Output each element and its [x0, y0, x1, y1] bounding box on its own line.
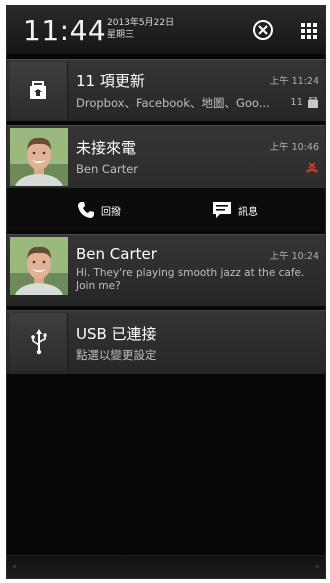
message-icon: [213, 202, 231, 218]
quick-settings-button[interactable]: [297, 18, 321, 42]
notification-title: USB 已連接: [76, 325, 157, 343]
caller-name: Ben Carter: [76, 162, 139, 176]
notification-time: 上午 10:46: [269, 142, 319, 153]
notification-title: 未接來電: [76, 139, 137, 157]
message-preview: Hi. They're playing smooth jazz at the c…: [76, 267, 305, 292]
usb-icon: [31, 329, 47, 355]
shade-drag-handle[interactable]: [7, 555, 325, 578]
usb-thumb: [10, 313, 68, 371]
callback-label: 回撥: [101, 206, 121, 218]
notification-subtitle: Dropbox、Facebook、地圖、Goo...: [76, 96, 270, 110]
contact-photo: [10, 128, 68, 186]
clock: 11:44: [23, 14, 107, 47]
call-actions-bar: 回撥 訊息: [7, 188, 325, 231]
contact-photo: [10, 237, 68, 295]
date-block: 2013年5月22日 星期三: [107, 17, 174, 41]
status-header: 11:44 2013年5月22日 星期三: [7, 6, 325, 54]
notification-title: 11 項更新: [76, 72, 145, 90]
notification-updates[interactable]: 11 項更新 上午 11:24 Dropbox、Facebook、地圖、Goo.…: [7, 59, 325, 121]
updates-thumb: [10, 62, 68, 120]
handle-dot: [316, 565, 319, 568]
notification-time: 上午 11:24: [269, 76, 319, 87]
update-count: 11: [290, 97, 303, 108]
phone-icon: [78, 202, 94, 218]
message-button[interactable]: 訊息: [212, 200, 258, 220]
notification-subtitle: 點選以變更設定: [76, 348, 157, 362]
missed-call-icon: [306, 162, 318, 173]
callback-button[interactable]: 回撥: [77, 200, 121, 220]
clear-all-button[interactable]: [251, 18, 275, 42]
weekday-text: 星期三: [107, 30, 135, 40]
notification-time: 上午 10:24: [269, 251, 319, 262]
grid-icon: [301, 23, 317, 39]
notification-usb[interactable]: USB 已連接 點選以變更設定: [7, 310, 325, 374]
notification-message[interactable]: Ben Carter 上午 10:24 Hi. They're playing …: [7, 234, 325, 306]
notification-missed-call[interactable]: 未接來電 上午 10:46 Ben Carter 回撥 訊息: [7, 125, 325, 231]
date-text: 2013年5月22日: [107, 18, 175, 28]
store-icon: [308, 97, 318, 108]
sender-name: Ben Carter: [76, 245, 157, 263]
handle-dot: [13, 565, 16, 568]
notification-shade: 11:44 2013年5月22日 星期三 11 項更新 上午 11:24 Dro…: [6, 5, 326, 579]
app-update-icon: [30, 81, 46, 99]
close-circle-icon: [253, 20, 273, 40]
message-label: 訊息: [238, 206, 258, 218]
